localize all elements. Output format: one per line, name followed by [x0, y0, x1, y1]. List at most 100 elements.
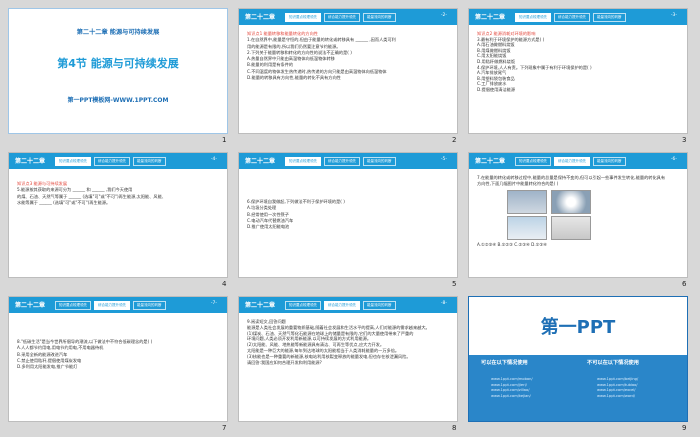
slide-header: 第二十二章 知识要点梳理领先 综合能力提升领先 能量流向的判断 -4- [9, 153, 227, 169]
slide-header: 第二十二章 知识要点梳理领先 综合能力提升领先 能量流向的判断 -2- [239, 9, 457, 25]
tab-ability[interactable]: 综合能力提升领先 [554, 157, 590, 166]
slide-header: 第二十二章 知识要点梳理领先 综合能力提升领先 能量流向的判断 -3- [469, 9, 687, 25]
tab-energy-flow[interactable]: 能量流向的判断 [593, 13, 626, 22]
slide-number: 5 [452, 280, 457, 288]
option-line: D.多利用太阳能发电,推广节能灯 [17, 364, 78, 370]
forbidden-heading: 不可以在以下情况使用 [587, 360, 639, 366]
slide-body: 8."低碳生活"是当今世界所倡导的潮流,以下做法中不符合低碳理念的是( ) A.… [17, 339, 219, 370]
heater-photo [551, 215, 591, 240]
chapter-label: 第二十二章 [15, 302, 46, 309]
slide-number: 8 [452, 424, 457, 432]
windmill-photo [507, 215, 547, 240]
slide-header: 第二十二章 知识要点梳理领先 综合能力提升领先 能量流向的判断 -8- [239, 297, 457, 313]
link[interactable]: www.1ppt.com/beijing/ [597, 377, 638, 383]
slide-thumb-8[interactable]: 第二十二章 知识要点梳理领先 综合能力提升领先 能量流向的判断 -8- 9.阅读… [238, 296, 458, 422]
slide-thumb-7[interactable]: 第二十二章 知识要点梳理领先 综合能力提升领先 能量流向的判断 -7- 8."低… [8, 296, 228, 422]
tab-ability[interactable]: 综合能力提升领先 [324, 301, 360, 310]
tab-energy-flow[interactable]: 能量流向的判断 [593, 157, 626, 166]
nav-tabs: 知识要点梳理领先 综合能力提升领先 能量流向的判断 [55, 301, 166, 310]
option-line: D.推广使用太阳能电池 [247, 224, 290, 230]
page-indicator: -7- [210, 301, 217, 306]
slide-body: 知识点2 能源消耗对环境的影响 3.最有利于环境保护的能源方式是( ) A.用石… [477, 31, 679, 93]
page-indicator: -2- [440, 13, 447, 18]
slide-header: 第二十二章 知识要点梳理领先 综合能力提升领先 能量流向的判断 -5- [239, 153, 457, 169]
slide-number: 9 [682, 424, 687, 432]
tab-knowledge[interactable]: 知识要点梳理领先 [285, 157, 321, 166]
slide-thumb-2[interactable]: 第二十二章 知识要点梳理领先 综合能力提升领先 能量流向的判断 -2- 知识点1… [238, 8, 458, 134]
tab-knowledge[interactable]: 知识要点梳理领先 [285, 301, 321, 310]
nav-tabs: 知识要点梳理领先 综合能力提升领先 能量流向的判断 [515, 13, 626, 22]
nav-tabs: 知识要点梳理领先 综合能力提升领先 能量流向的判断 [285, 13, 396, 22]
link[interactable]: www.1ppt.com/ziliao/ [491, 388, 533, 394]
tab-energy-flow[interactable]: 能量流向的判断 [363, 301, 396, 310]
slide-body: 7.在能量的转化或转移过程中,能量的总量是保持不变的,但可以引起一些事件发生转化… [477, 175, 679, 248]
chapter-heading: 第二十二章 能源与可持续发展 [76, 29, 160, 36]
image-row [507, 215, 679, 240]
page-indicator: -3- [670, 13, 677, 18]
nav-tabs: 知识要点梳理领先 综合能力提升领先 能量流向的判断 [55, 157, 166, 166]
website-text: 第一PPT模板网-WWW.1PPT.COM [67, 97, 169, 104]
chapter-label: 第二十二章 [15, 158, 46, 165]
chapter-label: 第二十二章 [245, 158, 276, 165]
image-row [507, 189, 679, 214]
slide-body: 知识点3 能源与可持续发展 5.能源按其获取的来源可分为 ______ 和 __… [17, 181, 219, 206]
tab-ability[interactable]: 综合能力提升领先 [94, 157, 130, 166]
forbidden-links: www.1ppt.com/beijing/ www.1ppt.com/tubia… [597, 377, 638, 399]
slide-header: 第二十二章 知识要点梳理领先 综合能力提升领先 能量流向的判断 -6- [469, 153, 687, 169]
tab-energy-flow[interactable]: 能量流向的判断 [133, 157, 166, 166]
slide-thumb-6[interactable]: 第二十二章 知识要点梳理领先 综合能力提升领先 能量流向的判断 -6- 7.在能… [468, 152, 688, 278]
tab-ability[interactable]: 综合能力提升领先 [554, 13, 590, 22]
nav-tabs: 知识要点梳理领先 综合能力提升领先 能量流向的判断 [515, 157, 626, 166]
chapter-label: 第二十二章 [245, 302, 276, 309]
slide-thumb-5[interactable]: 第二十二章 知识要点梳理领先 综合能力提升领先 能量流向的判断 -5- 6.保护… [238, 152, 458, 278]
slide-body: 知识点1 能量转移和能量转化的方向性 1.在自然界中,能量是守恒的,但由于能量的… [247, 31, 449, 81]
page-indicator: -6- [670, 157, 677, 162]
sun-photo [551, 189, 591, 214]
text-line: 请回答:我国应如何合理开发和利用能源? [247, 359, 322, 365]
slide-thumb-9[interactable]: 第一PPT 可以在以下情况使用 不可以在以下情况使用 www.1ppt.com/… [468, 296, 688, 422]
allowed-links: www.1ppt.com/moban/ www.1ppt.com/jieri/ … [491, 377, 533, 399]
tab-ability[interactable]: 综合能力提升领先 [324, 157, 360, 166]
slide-number: 6 [682, 280, 687, 288]
slide-number: 7 [222, 424, 227, 432]
slide-number: 3 [682, 136, 687, 144]
slide-thumb-4[interactable]: 第二十二章 知识要点梳理领先 综合能力提升领先 能量流向的判断 -4- 知识点3… [8, 152, 228, 278]
tab-energy-flow[interactable]: 能量流向的判断 [363, 13, 396, 22]
allowed-heading: 可以在以下情况使用 [481, 360, 528, 366]
page-indicator: -5- [440, 157, 447, 162]
slide-number: 2 [452, 136, 457, 144]
tab-knowledge[interactable]: 知识要点梳理领先 [285, 13, 321, 22]
tab-energy-flow[interactable]: 能量流向的判断 [133, 301, 166, 310]
nav-tabs: 知识要点梳理领先 综合能力提升领先 能量流向的判断 [285, 301, 396, 310]
answer-options: A.①②③④ B.①②③ C.②③④ D.①③④ [477, 241, 547, 247]
slide-number: 4 [222, 280, 227, 288]
tab-energy-flow[interactable]: 能量流向的判断 [363, 157, 396, 166]
tab-ability[interactable]: 综合能力提升领先 [324, 13, 360, 22]
tab-knowledge[interactable]: 知识要点梳理领先 [55, 301, 91, 310]
link[interactable]: www.1ppt.com/moban/ [491, 377, 533, 383]
slide-header: 第二十二章 知识要点梳理领先 综合能力提升领先 能量流向的判断 -7- [9, 297, 227, 313]
text-line: 方向性,下面几幅图片中能量转化符合的是( ) [477, 181, 559, 187]
section-title: 第4节 能源与可持续发展 [57, 57, 179, 70]
link[interactable]: www.1ppt.com/excel/ [597, 388, 638, 394]
slide-thumb-1[interactable]: 第二十二章 能源与可持续发展 第4节 能源与可持续发展 第一PPT模板网-WWW… [8, 8, 228, 134]
chapter-label: 第二十二章 [475, 158, 506, 165]
tab-knowledge[interactable]: 知识要点梳理领先 [55, 157, 91, 166]
text-line: 能源是人类社会发展的重要物质基础,随着社会发展和生活水平的提高,人们对能源的需求… [247, 324, 430, 330]
option-line: D.提倡使用清洁能源 [477, 86, 516, 92]
page-indicator: -8- [440, 301, 447, 306]
nav-tabs: 知识要点梳理领先 综合能力提升领先 能量流向的判断 [285, 157, 396, 166]
tab-ability[interactable]: 综合能力提升领先 [94, 301, 130, 310]
slide-thumb-3[interactable]: 第二十二章 知识要点梳理领先 综合能力提升领先 能量流向的判断 -3- 知识点2… [468, 8, 688, 134]
slide-body: 9.阅读短文,回答问题 能源是人类社会发展的重要物质基础,随着社会发展和生活水平… [247, 319, 449, 365]
link[interactable]: www.1ppt.com/word/ [597, 394, 638, 400]
text-line: 水能等属于 ______ (选填"可"或"不可")再生能源。 [17, 199, 111, 205]
tab-knowledge[interactable]: 知识要点梳理领先 [515, 13, 551, 22]
hydro-photo [507, 189, 547, 214]
chapter-label: 第二十二章 [475, 14, 506, 21]
slide-body: 6.保护环境自我做起,下列做法不利于保护环境的是( ) A.垃圾分类处理 B.经… [247, 199, 449, 230]
option-line: D.能量的转移具有方向性,能量的转化不具有方向性 [247, 75, 341, 81]
brand-logo: 第一PPT [540, 317, 616, 338]
link[interactable]: www.1ppt.com/kejian/ [491, 394, 533, 400]
tab-knowledge[interactable]: 知识要点梳理领先 [515, 157, 551, 166]
